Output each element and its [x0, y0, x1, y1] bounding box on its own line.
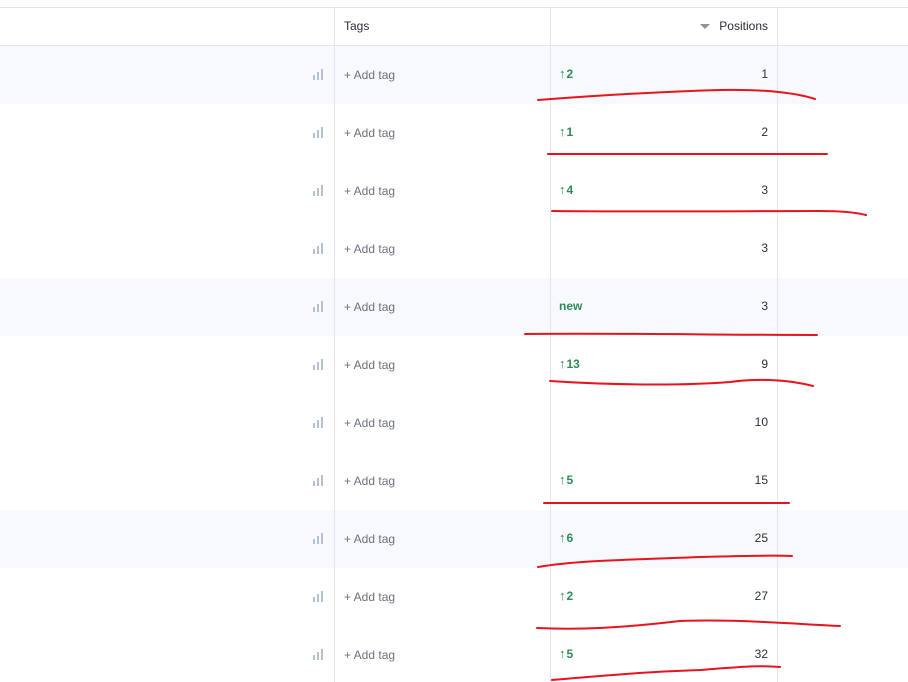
- position-change-value: 4: [566, 183, 574, 197]
- position-change-value: 2: [566, 589, 574, 603]
- position-value: 3: [761, 241, 768, 255]
- arrow-up-icon: ↑: [559, 646, 566, 661]
- arrow-up-icon: ↑: [559, 588, 566, 603]
- position-change-value: 5: [566, 647, 574, 661]
- column-divider: [777, 8, 778, 682]
- position-change-badge: ↑ 2: [559, 67, 573, 81]
- table-row[interactable]: + Add tag new 3: [0, 278, 908, 336]
- position-change-value: 2: [566, 67, 574, 81]
- arrow-up-icon: ↑: [559, 66, 566, 81]
- position-change-badge: ↑ 4: [559, 183, 573, 197]
- bar-chart-icon[interactable]: [313, 359, 324, 370]
- bar-chart-icon[interactable]: [313, 185, 324, 196]
- position-change-value: 6: [566, 531, 574, 545]
- table-row[interactable]: + Add tag ↑ 1 2: [0, 104, 908, 162]
- arrow-up-icon: ↑: [559, 124, 566, 139]
- table-row[interactable]: + Add tag ↑ 5 15: [0, 452, 908, 510]
- position-value: 15: [754, 473, 768, 487]
- position-change-badge: ↑ 1: [559, 125, 573, 139]
- position-change-badge: new: [559, 299, 582, 313]
- add-tag-button[interactable]: + Add tag: [344, 126, 395, 140]
- column-divider: [334, 8, 335, 682]
- position-value: 32: [754, 647, 768, 661]
- table-row[interactable]: + Add tag 3: [0, 220, 908, 278]
- table-header: Tags Positions: [0, 8, 908, 46]
- table-row[interactable]: + Add tag ↑ 2 1: [0, 46, 908, 104]
- add-tag-button[interactable]: + Add tag: [344, 358, 395, 372]
- add-tag-button[interactable]: + Add tag: [344, 242, 395, 256]
- position-change-value: 1: [566, 125, 574, 139]
- position-change-badge: ↑ 5: [559, 473, 573, 487]
- bar-chart-icon[interactable]: [313, 417, 324, 428]
- bar-chart-icon[interactable]: [313, 127, 324, 138]
- position-value: 3: [761, 299, 768, 313]
- column-divider: [550, 8, 551, 682]
- table-row[interactable]: + Add tag ↑ 4 3: [0, 162, 908, 220]
- table-row[interactable]: + Add tag ↑ 6 25: [0, 510, 908, 568]
- position-change-badge: ↑ 2: [559, 589, 573, 603]
- bar-chart-icon[interactable]: [313, 475, 324, 486]
- position-change-value: 5: [566, 473, 574, 487]
- position-change-value: 13: [566, 357, 580, 371]
- rank-tracking-table: Tags Positions + Add tag ↑ 2 1 + Add tag ↑ 1 2 +…: [0, 0, 908, 682]
- bar-chart-icon[interactable]: [313, 591, 324, 602]
- table-row[interactable]: + Add tag ↑ 13 9: [0, 336, 908, 394]
- add-tag-button[interactable]: + Add tag: [344, 590, 395, 604]
- position-change-badge: ↑ 6: [559, 531, 573, 545]
- arrow-up-icon: ↑: [559, 182, 566, 197]
- position-change-badge: ↑ 13: [559, 357, 580, 371]
- bar-chart-icon[interactable]: [313, 533, 324, 544]
- add-tag-button[interactable]: + Add tag: [344, 532, 395, 546]
- position-value: 25: [754, 531, 768, 545]
- positions-column-header[interactable]: Positions: [700, 19, 768, 33]
- table-row[interactable]: + Add tag ↑ 5 32: [0, 626, 908, 682]
- bar-chart-icon[interactable]: [313, 301, 324, 312]
- position-value: 9: [761, 357, 768, 371]
- position-value: 27: [754, 589, 768, 603]
- arrow-up-icon: ↑: [559, 472, 566, 487]
- position-value: 1: [761, 67, 768, 81]
- arrow-up-icon: ↑: [559, 356, 566, 371]
- bar-chart-icon[interactable]: [313, 649, 324, 660]
- position-change-value: new: [559, 299, 583, 313]
- bar-chart-icon[interactable]: [313, 243, 324, 254]
- position-change-badge: ↑ 5: [559, 647, 573, 661]
- add-tag-button[interactable]: + Add tag: [344, 416, 395, 430]
- table-row[interactable]: + Add tag 10: [0, 394, 908, 452]
- positions-header-label: Positions: [719, 19, 768, 33]
- add-tag-button[interactable]: + Add tag: [344, 184, 395, 198]
- add-tag-button[interactable]: + Add tag: [344, 648, 395, 662]
- table-body: + Add tag ↑ 2 1 + Add tag ↑ 1 2 + Add tag ↑ 4 3 + Ad…: [0, 46, 908, 682]
- position-value: 3: [761, 183, 768, 197]
- add-tag-button[interactable]: + Add tag: [344, 68, 395, 82]
- arrow-up-icon: ↑: [559, 530, 566, 545]
- sort-desc-icon[interactable]: [700, 24, 711, 29]
- add-tag-button[interactable]: + Add tag: [344, 300, 395, 314]
- add-tag-button[interactable]: + Add tag: [344, 474, 395, 488]
- bar-chart-icon[interactable]: [313, 69, 324, 80]
- position-value: 2: [761, 125, 768, 139]
- table-row[interactable]: + Add tag ↑ 2 27: [0, 568, 908, 626]
- tags-column-header[interactable]: Tags: [344, 19, 369, 33]
- position-value: 10: [754, 415, 768, 429]
